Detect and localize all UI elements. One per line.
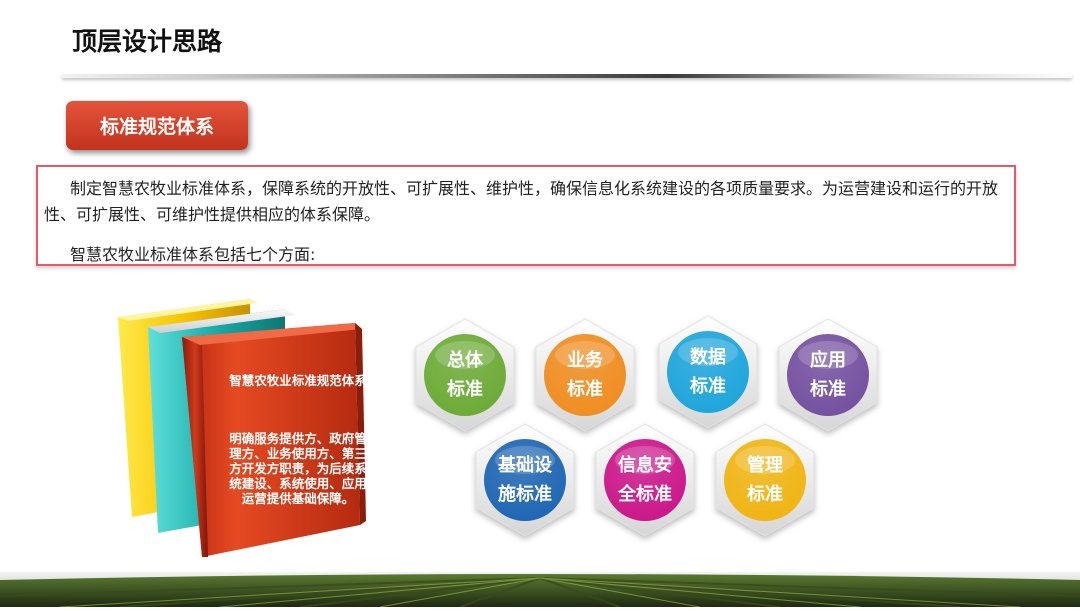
standard-hexagon: 业务 标准 xyxy=(525,315,645,435)
description-paragraph-2: 智慧农牧业标准体系包括七个方面: xyxy=(70,245,316,264)
title-divider xyxy=(62,74,1072,78)
standard-hexagon: 总体 标准 xyxy=(405,315,525,435)
books-icon xyxy=(118,299,366,557)
farmland-banner xyxy=(0,572,1080,608)
book-title: 智慧农牧业标准规范体系 xyxy=(229,373,367,388)
standard-label: 应用 标准 xyxy=(768,346,888,404)
standard-label-line1: 基础设 xyxy=(498,455,552,476)
farmland-image xyxy=(0,572,1080,608)
standard-label-line1: 信息安 xyxy=(618,455,672,476)
book-body: 明确服务提供方、政府管理方、业务使用方、第三方开发方职责，为后续系统建设、系统使… xyxy=(229,431,367,506)
standard-hexagon: 信息安 全标准 xyxy=(585,420,705,540)
standard-label-line2: 全标准 xyxy=(618,484,672,505)
page-title: 顶层设计思路 xyxy=(72,27,223,56)
standard-label: 业务 标准 xyxy=(525,346,645,404)
standard-label: 管理 标准 xyxy=(705,451,825,509)
standard-label-line1: 总体 xyxy=(447,350,483,371)
standard-hexagon: 管理 标准 xyxy=(705,420,825,540)
standard-label: 总体 标准 xyxy=(405,346,525,404)
standard-label: 信息安 全标准 xyxy=(585,451,705,509)
standard-hexagon: 数据 标准 xyxy=(648,312,768,432)
standard-label-line2: 标准 xyxy=(567,379,603,400)
standard-label-line2: 标准 xyxy=(447,379,483,400)
standard-label-line2: 施标准 xyxy=(498,484,552,505)
description-box: 制定智慧农牧业标准体系，保障系统的开放性、可扩展性、维护性，确保信息化系统建设的… xyxy=(36,165,1016,266)
standard-label: 基础设 施标准 xyxy=(465,451,585,509)
standard-label-line1: 业务 xyxy=(567,350,603,371)
books-illustration: 智慧农牧业标准规范体系 明确服务提供方、政府管理方、业务使用方、第三方开发方职责… xyxy=(110,295,370,565)
description-paragraph-1: 制定智慧农牧业标准体系，保障系统的开放性、可扩展性、维护性，确保信息化系统建设的… xyxy=(44,179,999,224)
standard-label-line2: 标准 xyxy=(747,484,783,505)
standard-label-line1: 数据 xyxy=(690,347,726,368)
standard-label-line2: 标准 xyxy=(810,379,846,400)
section-tag: 标准规范体系 xyxy=(66,101,248,150)
standard-label-line1: 管理 xyxy=(747,455,783,476)
standard-label-line2: 标准 xyxy=(690,376,726,397)
standard-hexagon: 基础设 施标准 xyxy=(465,420,585,540)
standard-label-line1: 应用 xyxy=(810,350,846,371)
standard-hexagon: 应用 标准 xyxy=(768,315,888,435)
standard-label: 数据 标准 xyxy=(648,343,768,401)
